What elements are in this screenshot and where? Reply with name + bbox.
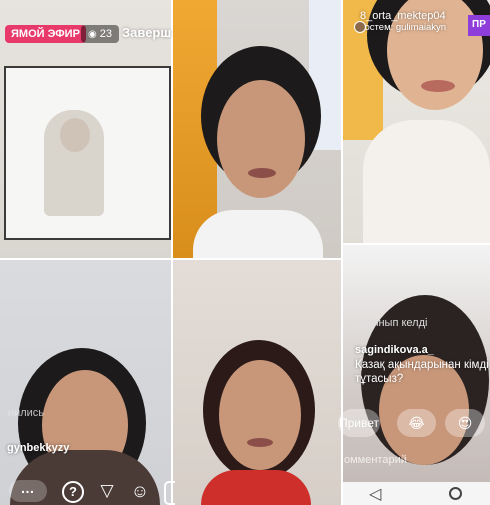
partial-button[interactable] (164, 481, 175, 505)
live-badge: ЯМОЙ ЭФИР (5, 25, 86, 43)
mouth (247, 438, 273, 447)
comment-username[interactable]: sagindikova.a_ (355, 344, 434, 356)
end-live-button[interactable]: Заверш (122, 25, 171, 40)
host-avatar[interactable] (354, 21, 366, 33)
video-tile-guest-2[interactable] (0, 260, 171, 505)
more-options-button[interactable]: … (9, 480, 47, 502)
viewer-count: 23 (99, 28, 112, 40)
quick-reply-hello[interactable]: Привет (338, 409, 380, 437)
mouth (248, 168, 276, 178)
system-nav-bar: ◁ (343, 482, 490, 505)
mouth (421, 80, 455, 92)
comment-faded: тұтынып келді (355, 317, 428, 329)
projected-face (60, 118, 90, 152)
video-tile-guest-1[interactable] (173, 0, 341, 258)
follow-badge[interactable]: ПР (468, 15, 490, 36)
viewer-count-badge[interactable]: ◉ 23 (81, 25, 119, 43)
reaction-laugh-icon[interactable]: 😂 (397, 409, 436, 437)
guest-username[interactable]: gynbekkyzy (7, 442, 69, 454)
face (219, 360, 301, 470)
reaction-heart-eyes-icon[interactable]: 😍 (445, 409, 485, 437)
video-tile-guest-3[interactable] (173, 260, 341, 505)
effects-icon[interactable]: ☺ (130, 481, 150, 501)
comment-text: Қазақ ақындарынан кімді тұтасыз? (355, 359, 489, 385)
home-icon[interactable] (449, 487, 462, 500)
send-icon[interactable]: ▽ (97, 481, 117, 501)
shirt (363, 120, 490, 243)
question-icon[interactable]: ? (62, 481, 84, 503)
shirt (201, 470, 311, 505)
face (217, 80, 305, 198)
eye-icon: ◉ (88, 29, 97, 40)
comment-input[interactable] (340, 451, 490, 469)
back-icon[interactable]: ◁ (369, 484, 381, 504)
joined-notice: нились (8, 407, 45, 419)
sweater (193, 210, 323, 258)
video-tile-host[interactable] (343, 0, 490, 243)
bottom-toolbar: … ? ▽ ☺ (0, 473, 175, 505)
